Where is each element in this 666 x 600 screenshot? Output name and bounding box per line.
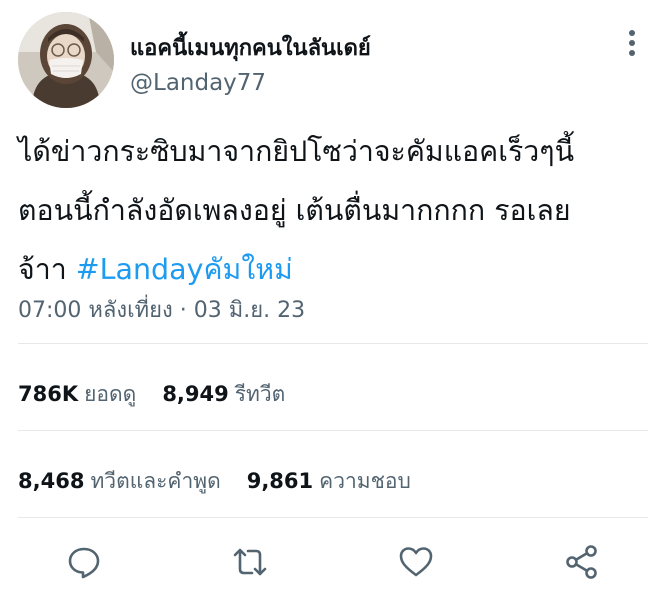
divider <box>18 343 648 344</box>
retweets-count: 8,949 <box>162 382 229 406</box>
divider <box>18 517 648 518</box>
retweets-label: รีทวีต <box>234 382 286 406</box>
divider <box>18 430 648 431</box>
display-name[interactable]: แอคนี้เมนทุกคนในลันเดย์ <box>130 30 371 65</box>
user-handle[interactable]: @Landay77 <box>130 70 266 96</box>
like-icon[interactable] <box>396 542 436 582</box>
tweet-timestamp[interactable]: 07:00 หลังเที่ยง · 03 มิ.ย. 23 <box>18 292 305 327</box>
views-stat[interactable]: 786K ยอดดู <box>18 382 162 406</box>
stats-row-engagement: 8,468 ทวีตและคำพูด 9,861 ความชอบ <box>18 465 437 498</box>
avatar-photo <box>18 12 114 108</box>
likes-label: ความชอบ <box>319 469 411 493</box>
tweet-text: ได้ข่าวกระซิบมาจากยิปโซว่าจะคัมแอคเร็วๆน… <box>18 122 653 299</box>
tweet-text-line: ได้ข่าวกระซิบมาจากยิปโซว่าจะคัมแอคเร็วๆน… <box>18 135 575 168</box>
tweet-actions-bar <box>0 536 666 590</box>
quotes-count: 8,468 <box>18 469 85 493</box>
stats-row-views: 786K ยอดดู 8,949 รีทวีต <box>18 378 311 411</box>
retweets-stat[interactable]: 8,949 รีทวีต <box>162 382 311 406</box>
tweet-text-prefix: จ้าา <box>18 253 76 286</box>
hashtag-link[interactable]: #Landayคัมใหม่ <box>76 253 293 286</box>
tweet-text-line: ตอนนี้กำลังอัดเพลงอยู่ เต้นตื่นมากกกก รอ… <box>18 194 571 227</box>
quotes-stat[interactable]: 8,468 ทวีตและคำพูด <box>18 469 247 493</box>
tweet-header: แอคนี้เมนทุกคนในลันเดย์ @Landay77 <box>18 12 648 112</box>
views-count: 786K <box>18 382 79 406</box>
quotes-label: ทวีตและคำพูด <box>90 469 221 493</box>
more-options-icon[interactable] <box>620 28 644 58</box>
avatar[interactable] <box>18 12 114 108</box>
tweet-text-line: จ้าา #Landayคัมใหม่ <box>18 240 653 299</box>
retweet-icon[interactable] <box>230 542 270 582</box>
share-icon[interactable] <box>562 542 602 582</box>
likes-stat[interactable]: 9,861 ความชอบ <box>247 469 437 493</box>
likes-count: 9,861 <box>246 469 314 493</box>
reply-icon[interactable] <box>64 542 104 582</box>
views-label: ยอดดู <box>84 382 137 406</box>
